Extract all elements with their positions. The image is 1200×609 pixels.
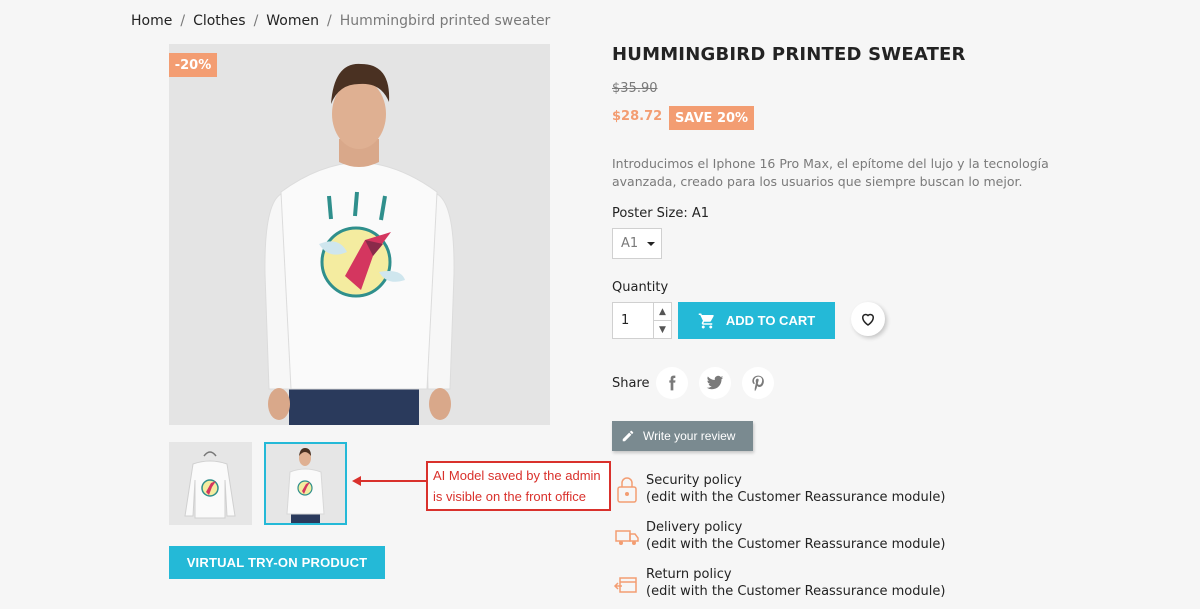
product-title: HUMMINGBIRD PRINTED SWEATER bbox=[612, 44, 966, 65]
reassurance-delivery: Delivery policy (edit with the Customer … bbox=[612, 519, 972, 553]
pinterest-share-button[interactable] bbox=[742, 367, 774, 399]
model-wearing-sweater-image bbox=[169, 44, 550, 425]
poster-size-value: A1 bbox=[621, 236, 639, 251]
twitter-icon bbox=[706, 375, 724, 390]
facebook-icon bbox=[669, 375, 676, 391]
add-to-cart-label: ADD TO CART bbox=[725, 313, 816, 328]
breadcrumb-separator: / bbox=[180, 13, 186, 29]
twitter-share-button[interactable] bbox=[699, 367, 731, 399]
facebook-share-button[interactable] bbox=[656, 367, 688, 399]
reassurance-delivery-title: Delivery policy bbox=[646, 520, 743, 535]
regular-price: $35.90 bbox=[612, 81, 658, 96]
quantity-label: Quantity bbox=[612, 280, 669, 295]
quantity-increase-icon[interactable]: ▲ bbox=[654, 303, 671, 321]
breadcrumb-separator: / bbox=[253, 13, 259, 29]
annotation-line-2: is visible on the front office bbox=[433, 489, 586, 504]
variant-label: Poster Size: A1 bbox=[612, 206, 710, 221]
truck-icon bbox=[615, 530, 639, 545]
annotation-line-1: AI Model saved by the admin bbox=[433, 468, 601, 483]
current-price: $28.72 bbox=[612, 109, 663, 124]
annotation-callout: AI Model saved by the admin is visible o… bbox=[426, 461, 611, 511]
lock-icon bbox=[617, 477, 637, 503]
reassurance-security: Security policy (edit with the Customer … bbox=[612, 472, 972, 506]
quantity-stepper: ▲ ▼ bbox=[612, 302, 672, 339]
thumbnail-ai-model[interactable] bbox=[264, 442, 347, 525]
quantity-decrease-icon[interactable]: ▼ bbox=[654, 321, 671, 338]
breadcrumb-home-link[interactable]: Home bbox=[131, 13, 172, 29]
poster-size-select[interactable]: A1 bbox=[612, 228, 662, 259]
quantity-input[interactable] bbox=[613, 303, 653, 338]
wishlist-button[interactable] bbox=[851, 302, 885, 336]
write-review-label: Write your review bbox=[643, 429, 736, 443]
return-box-icon bbox=[613, 577, 637, 593]
reassurance-security-subtitle: (edit with the Customer Reassurance modu… bbox=[646, 490, 946, 505]
discount-flag: -20% bbox=[169, 53, 217, 77]
share-label: Share bbox=[612, 376, 650, 391]
product-main-image[interactable] bbox=[169, 44, 550, 425]
thumbnail-sweater-hanger[interactable] bbox=[169, 442, 252, 525]
virtual-try-on-button[interactable]: VIRTUAL TRY-ON PRODUCT bbox=[169, 546, 385, 579]
breadcrumb: Home / Clothes / Women / Hummingbird pri… bbox=[131, 13, 550, 29]
pinterest-icon bbox=[752, 375, 764, 392]
reassurance-return-subtitle: (edit with the Customer Reassurance modu… bbox=[646, 584, 946, 599]
write-review-button[interactable]: Write your review bbox=[612, 421, 753, 451]
save-badge: SAVE 20% bbox=[669, 106, 754, 130]
pencil-icon bbox=[622, 430, 634, 442]
reassurance-return: Return policy (edit with the Customer Re… bbox=[612, 566, 972, 600]
annotation-arrow-line bbox=[360, 480, 426, 482]
caret-down-icon bbox=[647, 241, 656, 246]
product-description: Introducimos el Iphone 16 Pro Max, el ep… bbox=[612, 156, 1049, 189]
breadcrumb-women-link[interactable]: Women bbox=[266, 13, 319, 29]
ai-model-thumbnail-image bbox=[266, 444, 345, 523]
breadcrumb-clothes-link[interactable]: Clothes bbox=[193, 13, 246, 29]
reassurance-security-title: Security policy bbox=[646, 473, 742, 488]
breadcrumb-separator: / bbox=[327, 13, 332, 29]
quantity-spinner: ▲ ▼ bbox=[653, 303, 671, 338]
breadcrumb-current: Hummingbird printed sweater bbox=[339, 13, 551, 29]
heart-icon bbox=[861, 313, 875, 326]
reassurance-return-title: Return policy bbox=[646, 567, 732, 582]
reassurance-delivery-subtitle: (edit with the Customer Reassurance modu… bbox=[646, 537, 946, 552]
cart-icon bbox=[698, 313, 714, 328]
add-to-cart-button[interactable]: ADD TO CART bbox=[678, 302, 835, 339]
sweater-on-hanger-image bbox=[169, 442, 252, 525]
